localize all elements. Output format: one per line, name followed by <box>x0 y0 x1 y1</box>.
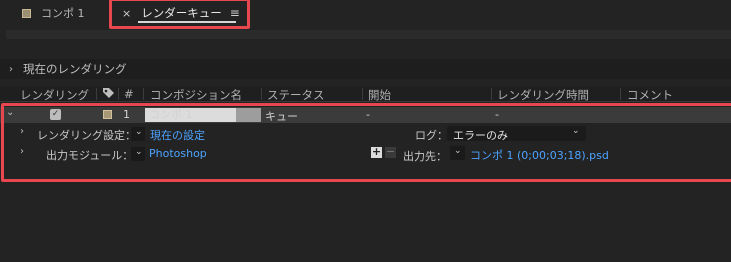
tab-comp[interactable]: コンポ 1 <box>22 0 85 26</box>
highlight-box-queue-item <box>1 103 731 182</box>
col-number[interactable]: # <box>124 87 134 101</box>
col-comp-name[interactable]: コンポジション名 <box>150 87 242 103</box>
divider-strip <box>6 30 731 39</box>
col-render-time[interactable]: レンダリング時間 <box>497 87 589 103</box>
current-render-panel[interactable]: › 現在のレンダリング <box>0 59 731 79</box>
current-render-label: 現在のレンダリング <box>23 62 127 76</box>
comp-swatch-icon <box>22 8 31 18</box>
chevron-right-icon[interactable]: › <box>9 64 13 75</box>
col-comment[interactable]: コメント <box>627 87 673 103</box>
tab-comp-label: コンポ 1 <box>41 7 85 20</box>
highlight-box-tab <box>109 0 250 29</box>
col-start[interactable]: 開始 <box>368 87 391 103</box>
col-render[interactable]: レンダリング <box>20 87 89 103</box>
queue-header: レンダリング # コンポジション名 ステータス 開始 レンダリング時間 コメント <box>0 86 731 102</box>
tag-icon[interactable] <box>102 87 115 103</box>
col-status[interactable]: ステータス <box>267 87 325 103</box>
